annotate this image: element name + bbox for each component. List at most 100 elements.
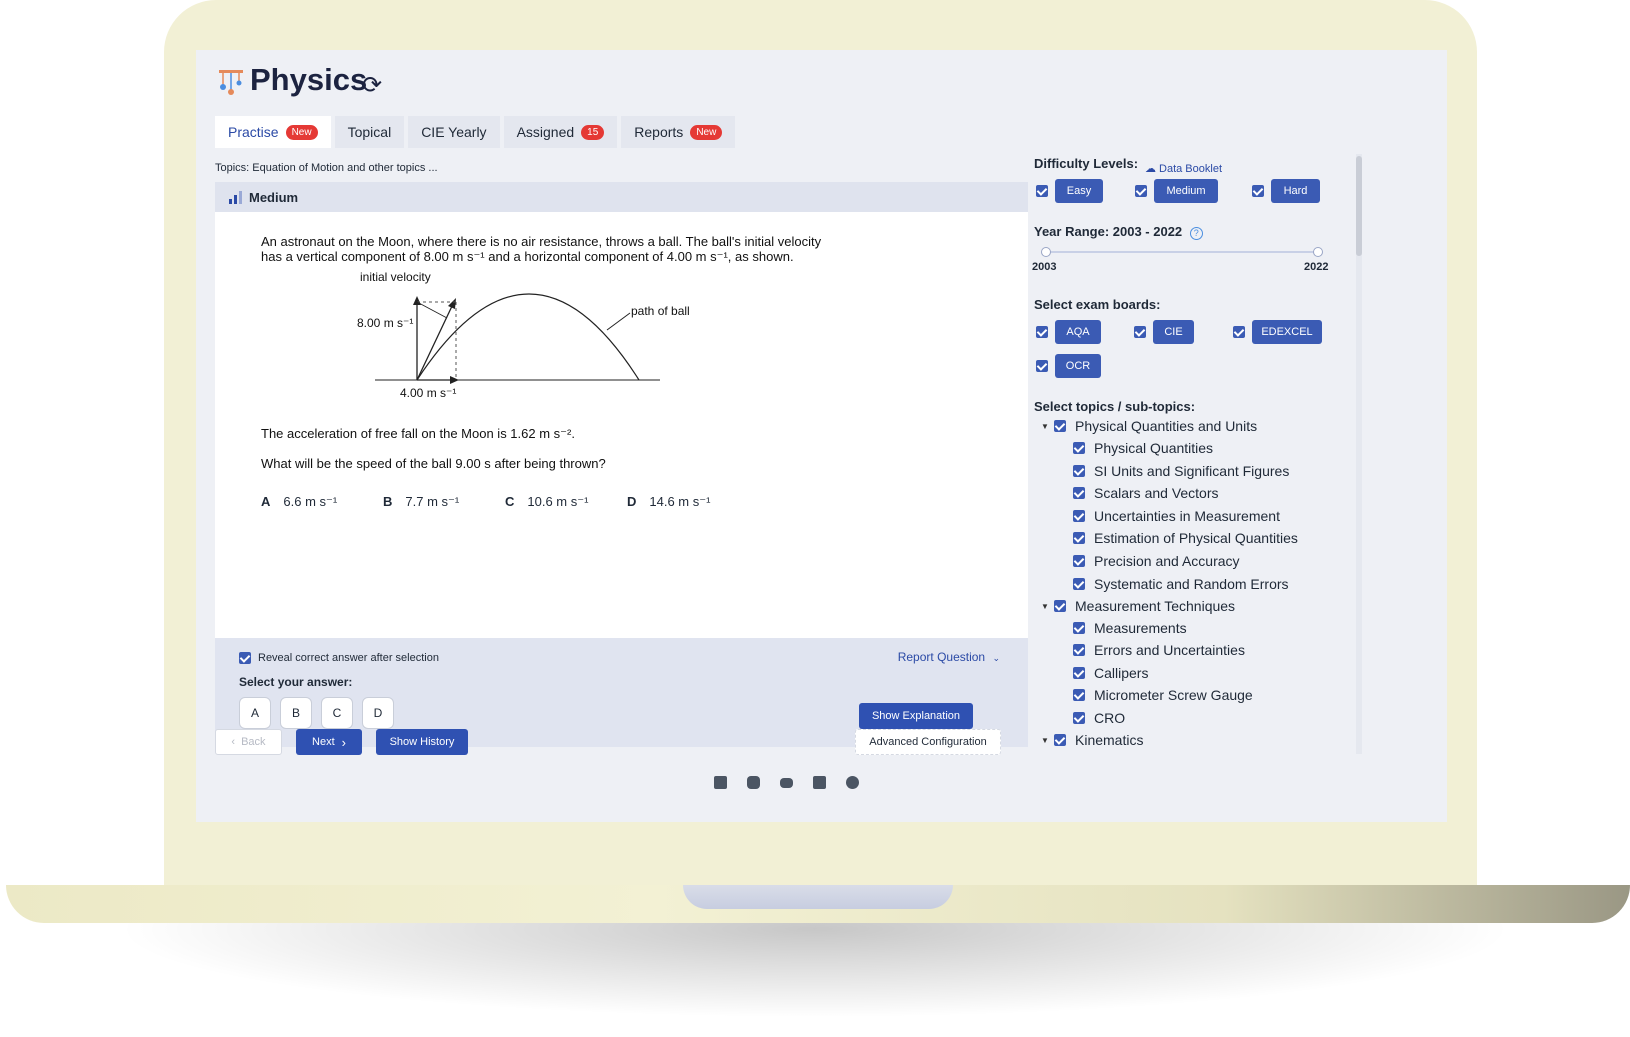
year-min-label: 2003 <box>1032 261 1057 273</box>
difficulty-chip-easy[interactable]: Easy <box>1055 179 1103 203</box>
caret-down-icon[interactable]: ▼ <box>1041 602 1054 611</box>
reveal-answer-checkbox[interactable]: Reveal correct answer after selection <box>239 652 439 664</box>
subtopic-item[interactable]: Measurements <box>1073 620 1187 636</box>
board-chip-edexcel[interactable]: EDEXCEL <box>1252 320 1322 344</box>
difficulty-chip-medium[interactable]: Medium <box>1154 179 1218 203</box>
tab-reports[interactable]: Reports New <box>621 116 736 148</box>
diagram-label-vertical: 8.00 m s⁻¹ <box>357 316 414 330</box>
subtopic-item[interactable]: Errors and Uncertainties <box>1073 642 1245 658</box>
checkbox-checked-icon[interactable] <box>1252 185 1264 197</box>
subtopic-label: Callipers <box>1094 665 1149 681</box>
filter-panel-scrollbar[interactable] <box>1356 154 1362 754</box>
projectile-diagram <box>375 293 660 384</box>
tab-practise[interactable]: Practise New <box>215 116 331 148</box>
diagram-label-horizontal: 4.00 m s⁻¹ <box>400 386 457 400</box>
checkbox-checked-icon[interactable] <box>1073 465 1085 477</box>
tab-topical[interactable]: Topical <box>334 116 405 148</box>
report-question-dropdown[interactable]: Report Question ⌄ <box>898 650 1000 664</box>
checkbox-checked-icon[interactable] <box>1054 734 1066 746</box>
subtopic-item[interactable]: Estimation of Physical Quantities <box>1073 530 1298 546</box>
subtopic-label: Systematic and Random Errors <box>1094 576 1289 592</box>
checkbox-checked-icon[interactable] <box>1073 644 1085 656</box>
checkbox-checked-icon[interactable] <box>1073 510 1085 522</box>
instagram-icon[interactable] <box>747 776 760 789</box>
topic-group-measurement-techniques[interactable]: ▼ Measurement Techniques <box>1041 598 1235 614</box>
checkbox-checked-icon[interactable] <box>1073 667 1085 679</box>
youtube-icon[interactable] <box>780 778 793 788</box>
board-chip-cie[interactable]: CIE <box>1153 320 1194 344</box>
caret-down-icon[interactable]: ▼ <box>1041 736 1054 745</box>
advanced-configuration-button[interactable]: Advanced Configuration <box>855 729 1001 755</box>
checkbox-checked-icon[interactable] <box>1073 712 1085 724</box>
checkbox-checked-icon[interactable] <box>1073 532 1085 544</box>
chevron-down-icon: ⌄ <box>992 653 1000 663</box>
checkbox-checked-icon[interactable] <box>1073 487 1085 499</box>
tab-bar: Practise New Topical CIE Yearly Assigned… <box>215 116 739 148</box>
subtopic-item[interactable]: Micrometer Screw Gauge <box>1073 687 1253 703</box>
year-max-label: 2022 <box>1304 261 1329 273</box>
year-range-min-handle[interactable] <box>1041 247 1051 257</box>
subtopic-item[interactable]: Callipers <box>1073 665 1148 681</box>
facebook-icon[interactable] <box>714 776 727 789</box>
checkbox-checked-icon[interactable] <box>1073 555 1085 567</box>
subtopic-label: Errors and Uncertainties <box>1094 642 1245 658</box>
board-chip-ocr[interactable]: OCR <box>1055 354 1101 378</box>
subtopic-item[interactable]: SI Units and Significant Figures <box>1073 463 1289 479</box>
count-badge: 15 <box>581 124 605 140</box>
answer-button-c[interactable]: C <box>321 697 353 729</box>
help-icon[interactable]: ? <box>1189 227 1203 240</box>
reveal-label: Reveal correct answer after selection <box>258 652 439 664</box>
chevron-left-icon: ‹ <box>231 736 236 748</box>
caret-down-icon[interactable]: ▼ <box>1041 422 1054 431</box>
question-text-line-2: has a vertical component of 8.00 m s⁻¹ a… <box>261 249 794 264</box>
board-chip-aqa[interactable]: AQA <box>1055 320 1101 344</box>
year-range-max-handle[interactable] <box>1313 247 1323 257</box>
checkbox-checked-icon[interactable] <box>1134 326 1146 338</box>
checkbox-checked-icon[interactable] <box>1073 689 1085 701</box>
topic-group-kinematics[interactable]: ▼ Kinematics <box>1041 732 1143 748</box>
checkbox-checked-icon[interactable] <box>1233 326 1245 338</box>
question-prompt: What will be the speed of the ball 9.00 … <box>261 456 606 471</box>
board-filter: AQA <box>1036 320 1101 344</box>
tab-assigned[interactable]: Assigned 15 <box>503 116 618 148</box>
answer-button-d[interactable]: D <box>362 697 394 729</box>
refresh-icon[interactable]: ⟳ <box>362 71 382 100</box>
topic-label: Measurement Techniques <box>1075 598 1236 614</box>
checkbox-checked-icon[interactable] <box>1135 185 1147 197</box>
back-label: Back <box>241 736 266 748</box>
subtopic-item[interactable]: Physical Quantities <box>1073 440 1213 456</box>
answer-button-a[interactable]: A <box>239 697 271 729</box>
answer-button-b[interactable]: B <box>280 697 312 729</box>
scrollbar-thumb[interactable] <box>1356 156 1362 256</box>
checkbox-checked-icon[interactable] <box>1054 600 1066 612</box>
checkbox-checked-icon[interactable] <box>1036 326 1048 338</box>
year-range-slider-track[interactable] <box>1045 251 1318 253</box>
tab-label: Topical <box>347 124 392 140</box>
show-history-button[interactable]: Show History <box>376 729 468 755</box>
board-filter: OCR <box>1036 354 1101 378</box>
back-button[interactable]: ‹ Back <box>215 729 282 755</box>
subtopic-item[interactable]: Scalars and Vectors <box>1073 485 1219 501</box>
checkbox-checked-icon[interactable] <box>1073 442 1085 454</box>
subtopic-label: Precision and Accuracy <box>1094 553 1240 569</box>
subtopic-label: SI Units and Significant Figures <box>1094 463 1290 479</box>
tab-cie-yearly[interactable]: CIE Yearly <box>408 116 500 148</box>
option-a: A 6.6 m s⁻¹ <box>261 494 338 509</box>
checkbox-checked-icon[interactable] <box>1054 420 1066 432</box>
subtopic-item[interactable]: CRO <box>1073 710 1125 726</box>
subtopic-item[interactable]: Uncertainties in Measurement <box>1073 508 1280 524</box>
checkbox-checked-icon[interactable] <box>1036 360 1048 372</box>
subtopic-item[interactable]: Systematic and Random Errors <box>1073 576 1289 592</box>
linkedin-icon[interactable] <box>813 776 826 789</box>
checkbox-checked-icon[interactable] <box>1036 185 1048 197</box>
checkbox-checked-icon[interactable] <box>1073 622 1085 634</box>
topic-group-physical-quantities[interactable]: ▼ Physical Quantities and Units <box>1041 418 1257 434</box>
difficulty-chip-hard[interactable]: Hard <box>1271 179 1320 203</box>
show-explanation-button[interactable]: Show Explanation <box>859 703 973 729</box>
checkbox-checked-icon[interactable] <box>239 652 251 664</box>
subtopic-label: Physical Quantities <box>1094 440 1214 456</box>
subtopic-item[interactable]: Precision and Accuracy <box>1073 553 1240 569</box>
reddit-icon[interactable] <box>846 776 859 789</box>
checkbox-checked-icon[interactable] <box>1073 578 1085 590</box>
next-button[interactable]: Next › <box>296 729 362 755</box>
